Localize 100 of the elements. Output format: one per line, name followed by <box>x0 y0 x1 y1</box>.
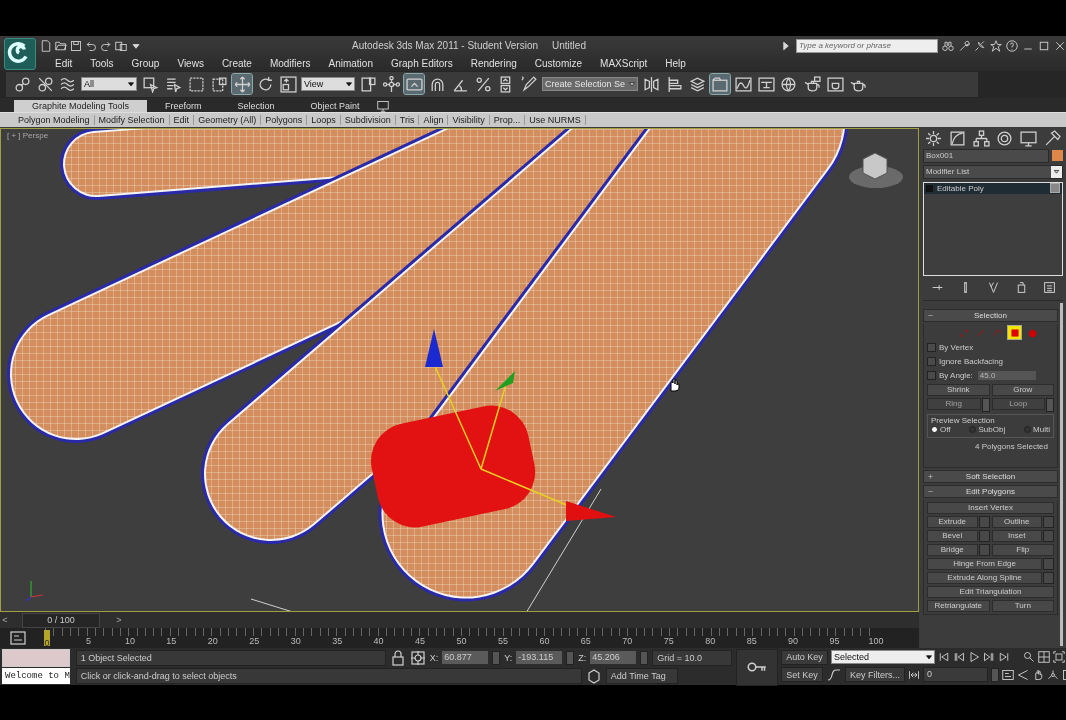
expand-arrow-icon[interactable] <box>780 39 792 52</box>
modify-icon[interactable] <box>948 129 966 147</box>
polygon-mode-button[interactable] <box>1008 326 1021 340</box>
dropdown[interactable]: View <box>301 77 355 92</box>
zoom-icon[interactable] <box>1022 651 1035 664</box>
menu-item[interactable]: Animation <box>319 57 382 69</box>
menu-item[interactable]: MAXScript <box>591 57 657 69</box>
light-bulb-toggle[interactable] <box>926 184 933 192</box>
grow-button[interactable]: Grow <box>991 383 1054 396</box>
step-forward-icon[interactable] <box>982 651 995 664</box>
close-icon[interactable] <box>1054 39 1066 52</box>
polygon-tool-button[interactable]: Bevel <box>927 529 978 542</box>
coordinate-field[interactable]: -193.115 <box>516 651 563 665</box>
schematic-icon[interactable] <box>757 75 775 93</box>
move-icon[interactable] <box>233 75 251 93</box>
coordinate-field[interactable]: 45.206 <box>590 651 637 665</box>
zoom-all-icon[interactable] <box>1037 651 1050 664</box>
frame-field[interactable]: 0 <box>922 667 988 683</box>
checkbox[interactable] <box>1050 183 1060 194</box>
dropdown[interactable]: Create Selection Se <box>542 77 638 92</box>
help-icon[interactable] <box>1006 39 1018 52</box>
open-folder-icon[interactable] <box>55 39 67 52</box>
set-key-button[interactable] <box>736 649 779 686</box>
menu-item[interactable]: Modifiers <box>260 57 320 69</box>
menu-item[interactable]: Graph Editors <box>381 57 462 69</box>
polygon-tool-button[interactable]: Edit Triangulation <box>927 585 1054 598</box>
ribbon-panel[interactable]: Geometry (All) <box>194 114 262 125</box>
play-icon[interactable] <box>967 651 980 664</box>
ribbon-panel[interactable]: Prop... <box>489 114 526 125</box>
menu-item[interactable]: Edit <box>46 57 82 69</box>
radio-button[interactable] <box>931 425 938 433</box>
ribbon-tab[interactable]: Freeform <box>146 99 220 112</box>
viewport-label[interactable]: [ + ] Perspe <box>7 130 49 140</box>
hierarchy-icon[interactable] <box>972 129 990 147</box>
pencil-icon[interactable] <box>520 75 538 93</box>
mirror-icon[interactable] <box>642 75 660 93</box>
coordinate-field[interactable]: 60.877 <box>442 651 489 665</box>
binoculars-icon[interactable] <box>942 39 954 52</box>
teapot-frame-icon[interactable] <box>826 75 844 93</box>
configure-icon[interactable] <box>1042 280 1056 294</box>
ribbon-panel[interactable]: Modify Selection <box>94 114 170 125</box>
script-output-field[interactable]: Welcome to M <box>2 668 70 684</box>
polygon-tool-button[interactable]: Retriangulate <box>927 599 990 612</box>
ribbon-panel[interactable]: Use NURMS <box>525 114 586 125</box>
ribbon-tab[interactable]: Object Paint <box>292 99 378 112</box>
ribbon-panel[interactable]: Tris <box>395 114 420 125</box>
project-folder-icon[interactable] <box>115 39 127 52</box>
ribbon-tab[interactable]: Selection <box>219 99 293 112</box>
curve-editor-icon[interactable] <box>734 75 752 93</box>
scale-icon[interactable] <box>279 75 297 93</box>
polygon-tool-button[interactable]: Hinge From Edge <box>927 557 1042 570</box>
menu-item[interactable]: Views <box>168 57 213 69</box>
polygon-tool-button[interactable]: Flip <box>991 543 1054 556</box>
teapot-settings-icon[interactable] <box>803 75 821 93</box>
layers-icon[interactable] <box>688 75 706 93</box>
object-color-swatch[interactable] <box>1052 150 1063 162</box>
modifier-list-dropdown[interactable]: Modifier List <box>923 164 1063 179</box>
modifier-stack[interactable]: Editable Poly <box>923 181 1063 276</box>
previous-frame-button[interactable]: < <box>0 614 10 625</box>
ribbon-panel[interactable]: Loops <box>307 114 341 125</box>
dashed-rectangle-icon[interactable] <box>187 75 205 93</box>
transform-mode-icon[interactable] <box>409 650 426 666</box>
ribbon-panel[interactable]: Subdivision <box>340 114 396 125</box>
wrench-icon[interactable] <box>958 39 970 52</box>
polygon-tool-button[interactable]: Bridge <box>927 543 978 556</box>
sphere-grid-icon[interactable] <box>780 75 798 93</box>
select-object-icon[interactable] <box>141 75 159 93</box>
polygon-tool-button[interactable]: Extrude <box>927 515 978 528</box>
chain-link-icon[interactable] <box>13 75 31 93</box>
auto-key-button[interactable]: Auto Key <box>781 650 828 665</box>
time-slider-thumb[interactable]: 0 / 100 <box>22 612 100 628</box>
wave-icon[interactable] <box>59 75 77 93</box>
track-bar[interactable]: 0 5 10 15 20 25 30 35 40 45 50 55 60 65 70 75 80 85 90 95 100 <box>0 627 919 648</box>
angle-spinner[interactable]: 45.0 <box>977 371 1036 381</box>
manipulate-icon[interactable] <box>382 75 400 93</box>
rollout-header[interactable]: Soft Selection <box>923 469 1058 483</box>
orbit-icon[interactable] <box>1046 669 1059 681</box>
hammer-icon[interactable] <box>1044 129 1061 147</box>
menu-item[interactable]: Rendering <box>461 57 526 69</box>
menu-item[interactable]: Tools <box>81 57 123 69</box>
app-logo[interactable] <box>4 38 36 70</box>
funnel-icon[interactable] <box>986 280 1000 294</box>
maximize-icon[interactable] <box>1038 39 1050 52</box>
gear-icon[interactable] <box>925 129 942 147</box>
checkbox[interactable] <box>927 371 936 381</box>
time-tag-field[interactable]: Add Time Tag <box>605 668 678 684</box>
satellite-icon[interactable] <box>974 39 986 52</box>
set-key-mode-button[interactable]: Set Key <box>781 667 823 683</box>
new-file-icon[interactable] <box>40 39 52 52</box>
transform-gizmo-drawing[interactable] <box>425 328 616 521</box>
broken-link-icon[interactable] <box>36 75 54 93</box>
skip-back-icon[interactable] <box>937 651 950 664</box>
monitor-icon[interactable] <box>1020 129 1038 147</box>
key-filters-button[interactable]: Key Filters... <box>844 667 905 683</box>
ribbon-panel[interactable]: Edit <box>169 114 195 125</box>
lock-icon[interactable] <box>389 650 406 666</box>
ribbon-panel[interactable]: Polygons <box>261 114 308 125</box>
redo-icon[interactable] <box>100 39 112 52</box>
checkbox[interactable] <box>927 357 936 367</box>
menu-item[interactable]: Help <box>656 57 695 69</box>
